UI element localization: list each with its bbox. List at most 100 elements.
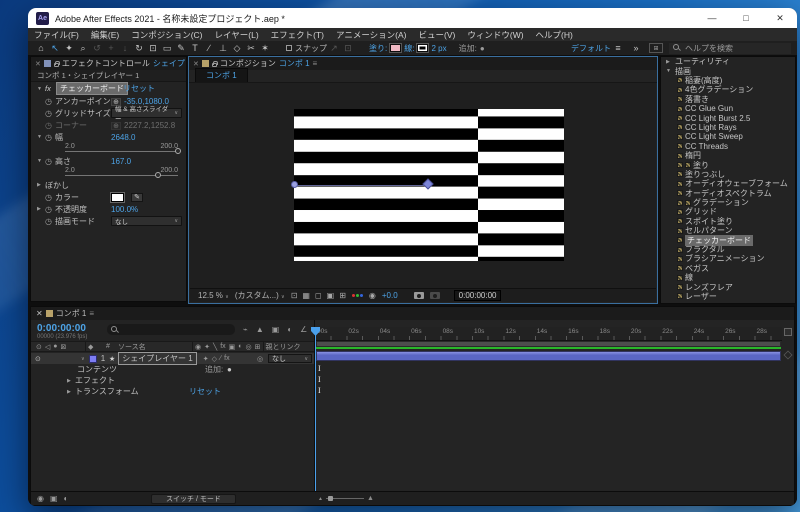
tool-button[interactable]: ▭ xyxy=(160,43,174,54)
parent-dropdown[interactable]: なし ∨ xyxy=(268,354,312,363)
tool-button[interactable]: T xyxy=(188,43,202,54)
number-column[interactable]: # xyxy=(106,343,118,350)
layer-duration-bar[interactable] xyxy=(316,351,781,361)
timeline-toggle-icon[interactable]: ◐ xyxy=(287,325,292,334)
timeline-toggle-icon[interactable]: ▲ xyxy=(256,325,264,334)
layer-row[interactable]: ⊙ ∨ 1 ★ シェイプレイヤー 1 ✦◇∕fx ◎ なし ∨ xyxy=(31,353,314,364)
height-slider-handle[interactable] xyxy=(155,172,161,178)
current-time-display[interactable]: 0:00:00:00 xyxy=(37,323,86,334)
timeline-toggle-icon[interactable]: ▣ xyxy=(272,325,280,334)
viewer-icon[interactable]: ⊡ xyxy=(291,291,298,300)
tool-button[interactable]: ⊡ xyxy=(146,43,160,54)
twirl-icon[interactable]: ∨ xyxy=(81,356,89,362)
grid-size-dropdown[interactable]: 幅 & 高さスライダー ∨ xyxy=(111,108,182,118)
menu-item[interactable]: ファイル(F) xyxy=(28,29,85,41)
blend-mode-dropdown[interactable]: なし ∨ xyxy=(111,216,182,226)
twirl-icon[interactable]: ▶ xyxy=(666,59,672,65)
tool-button[interactable]: ⌂ xyxy=(34,43,48,54)
switches-modes-button[interactable]: スイッチ / モード xyxy=(151,494,236,504)
viewer-icon[interactable]: ▣ xyxy=(327,291,335,300)
magnification-dropdown[interactable]: 12.5 % ∨ xyxy=(198,291,229,300)
panel-menu-icon[interactable]: ≡ xyxy=(313,59,318,68)
viewer-timecode[interactable]: 0:00:00:00 xyxy=(454,290,502,301)
timeline-search-field[interactable] xyxy=(107,324,235,335)
eye-icon[interactable]: ⊙ xyxy=(31,355,41,363)
timeline-toggle-icon[interactable]: ∠ xyxy=(300,325,307,334)
viewer-icon[interactable]: ⊞ xyxy=(339,291,346,300)
menu-item[interactable]: レイヤー(L) xyxy=(209,29,265,41)
opacity-value[interactable]: 100.0% xyxy=(111,205,138,214)
parent-link-column[interactable]: 親とリンク xyxy=(266,342,301,352)
help-search-field[interactable]: ヘルプを検索 xyxy=(669,43,791,54)
stopwatch-icon[interactable]: ◷ xyxy=(45,157,55,166)
transform-reset-link[interactable]: リセット xyxy=(189,386,221,397)
timeline-toggle-icon[interactable]: ⌁ xyxy=(243,325,248,334)
twirl-icon[interactable]: ▼ xyxy=(37,158,45,164)
menu-item[interactable]: 編集(E) xyxy=(85,29,125,41)
stroke-label[interactable]: 線: xyxy=(404,43,414,54)
add-pulldown-icon[interactable]: ● xyxy=(227,365,232,374)
tool-button[interactable]: ✦ xyxy=(62,43,76,54)
height-slider[interactable] xyxy=(65,175,178,176)
reset-link[interactable]: リセット xyxy=(123,83,155,94)
zoom-slider-handle[interactable] xyxy=(328,496,333,501)
close-panel-icon[interactable]: ✕ xyxy=(35,60,41,68)
twirl-icon[interactable]: ▶ xyxy=(31,389,75,395)
eyedropper-icon[interactable]: ✎ xyxy=(131,193,143,202)
stopwatch-icon[interactable]: ◷ xyxy=(45,193,55,202)
effect-header-row[interactable]: ▼ fx チェッカーボード リセット xyxy=(31,82,186,95)
height-value[interactable]: 167.0 xyxy=(111,157,131,166)
snap-checkbox[interactable] xyxy=(286,45,292,51)
effect-controls-tab[interactable]: ✕ エフェクトコントロール シェイプレイヤー 1 ≡ » xyxy=(31,57,186,70)
composition-tab[interactable]: ✕ コンポジション コンポ 1 ≡ xyxy=(189,57,657,70)
overflow-icon[interactable]: » xyxy=(629,43,643,53)
group-row-effects[interactable]: ▶ エフェクト xyxy=(31,375,314,386)
twirl-icon[interactable]: ▼ xyxy=(37,134,45,140)
effect-list-item[interactable]: 楕円 xyxy=(661,151,795,160)
switch-icon[interactable]: ◎ xyxy=(246,343,252,351)
av-icon[interactable]: ⊠ xyxy=(61,343,67,351)
menu-item[interactable]: コンポジション(C) xyxy=(125,29,208,41)
path-vertex-handle[interactable] xyxy=(291,181,298,188)
layer-switch-icon[interactable]: ∕ xyxy=(220,355,221,363)
av-icon[interactable]: ⊙ xyxy=(36,343,42,351)
effect-list-item[interactable]: 落書き xyxy=(661,95,795,104)
shy-toggle-icon[interactable]: ◉ xyxy=(37,494,44,503)
effect-list-item[interactable]: 塗り xyxy=(661,160,795,169)
workspace-menu-icon[interactable]: ≡ xyxy=(611,43,625,53)
tool-button[interactable]: ↻ xyxy=(132,43,146,54)
panel-menu-icon[interactable]: ≡ xyxy=(89,309,94,318)
twirl-icon[interactable]: ▶ xyxy=(31,378,75,384)
av-icon[interactable]: ● xyxy=(53,343,57,351)
switch-icon[interactable]: ◉ xyxy=(195,343,201,351)
zoom-slider[interactable] xyxy=(326,498,364,499)
comp-marker-button[interactable] xyxy=(784,328,792,336)
effect-name[interactable]: チェッカーボード xyxy=(56,82,128,95)
effect-list-item[interactable]: ベガス xyxy=(661,264,795,273)
layer-switch-icon[interactable]: fx xyxy=(224,355,229,363)
timeline-tab[interactable]: ✕ コンポ 1 ≡ xyxy=(31,307,794,320)
switch-icon[interactable]: ✦ xyxy=(204,343,210,351)
close-button[interactable]: ✕ xyxy=(763,8,797,28)
viewer-tab-comp1[interactable]: コンポ 1 xyxy=(195,68,248,82)
menu-item[interactable]: アニメーション(A) xyxy=(330,29,413,41)
twirl-icon[interactable]: ▼ xyxy=(666,68,672,74)
tool-button[interactable]: ✎ xyxy=(174,43,188,54)
color-swatch[interactable] xyxy=(111,193,124,202)
frame-blend-toggle-icon[interactable]: ▣ xyxy=(50,494,58,503)
tool-button[interactable]: ✂ xyxy=(244,43,258,54)
time-ruler[interactable]: 00s02s04s06s08s10s12s14s16s18s20s22s24s2… xyxy=(315,327,782,341)
channel-icon[interactable] xyxy=(352,294,363,297)
switch-icon[interactable]: ▣ xyxy=(229,343,236,351)
tool-button[interactable]: ⊥ xyxy=(216,43,230,54)
close-panel-icon[interactable]: ✕ xyxy=(36,309,43,318)
stroke-width[interactable]: 2 px xyxy=(431,44,446,53)
switch-icon[interactable]: ⊞ xyxy=(255,343,261,351)
close-panel-icon[interactable]: ✕ xyxy=(193,60,199,68)
menu-item[interactable]: ヘルプ(H) xyxy=(530,29,579,41)
twirl-icon[interactable]: ▶ xyxy=(37,206,45,212)
stroke-swatch[interactable] xyxy=(417,44,428,52)
add-pulldown-icon[interactable]: ● xyxy=(480,44,485,53)
effect-list-item[interactable]: チェッカーボード xyxy=(661,235,795,244)
workspace-panel-icon[interactable]: ⊞ xyxy=(649,43,663,53)
